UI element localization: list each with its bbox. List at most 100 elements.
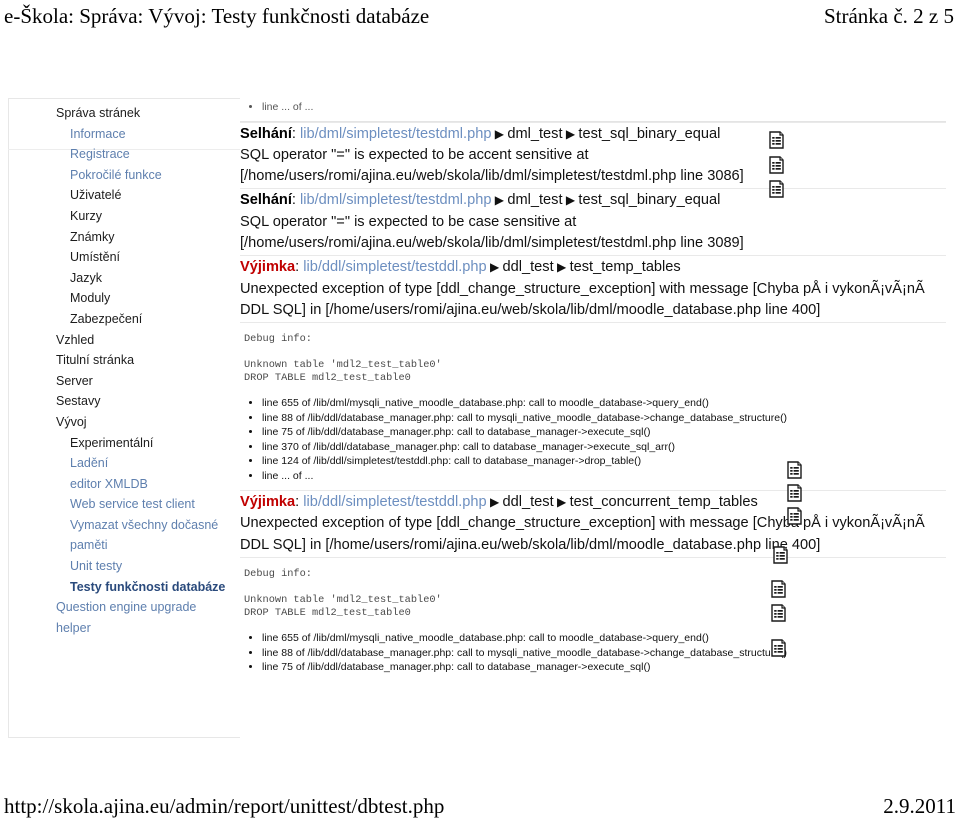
- test-method-name: test_sql_binary_equal: [578, 192, 721, 209]
- result-heading: Selhání: lib/dml/simpletest/testdml.php …: [240, 124, 946, 145]
- sidebar-item-server: Server: [56, 373, 93, 388]
- document-placeholder-icon: [787, 507, 803, 525]
- sidebar-item-testy-funkčnosti-databáze[interactable]: Testy funkčnosti databáze: [28, 577, 228, 598]
- chevron-right-icon: ▶: [562, 193, 579, 208]
- test-failure-row: Selhání: lib/dml/simpletest/testdml.php …: [240, 189, 946, 257]
- exception-label: Výjimka: [240, 494, 296, 511]
- stack-trace-list-1: line 655 of /lib/dml/mysqli_native_moodl…: [240, 396, 946, 483]
- print-header: e-Škola: Správa: Vývoj: Testy funkčnosti…: [0, 0, 960, 36]
- sidebar-item-unit-testy[interactable]: Unit testy: [28, 556, 228, 577]
- sidebar-item-web-service-test-client[interactable]: Web service test client: [28, 494, 228, 515]
- document-placeholder-icon: [771, 604, 787, 622]
- label-separator: :: [291, 192, 301, 209]
- test-method-name: test_sql_binary_equal: [578, 125, 721, 142]
- sidebar-item-ladění[interactable]: Ladění: [28, 453, 228, 474]
- chevron-right-icon: ▶: [486, 495, 503, 510]
- result-message-line: Unexpected exception of type [ddl_change…: [240, 280, 925, 297]
- debug-info-text-2: Debug info: Unknown table 'mdl2_test_tab…: [244, 568, 442, 620]
- main-content: line ... of ... Selhání: lib/dml/simplet…: [240, 98, 946, 738]
- document-placeholder-icon: [787, 461, 803, 479]
- test-file-link[interactable]: lib/dml/simpletest/testdml.php: [300, 126, 491, 142]
- admin-sidebar-navigation: Správa stránek Informace Registrace Pokroči…: [28, 103, 228, 638]
- top-trace-box: line ... of ...: [240, 98, 946, 122]
- result-heading: Selhání: lib/dml/simpletest/testdml.php …: [240, 190, 946, 211]
- sidebar-item-umístění: Umístění: [70, 250, 121, 265]
- test-method-name: test_temp_tables: [569, 259, 681, 276]
- debug-block-2: Debug info: Unknown table 'mdl2_test_tab…: [240, 558, 946, 624]
- sidebar-item-registrace[interactable]: Registrace: [28, 144, 228, 165]
- sidebar-item-správa-stránek: Správa stránek: [56, 106, 141, 120]
- sidebar-item-uživatelé: Uživatelé: [70, 188, 122, 203]
- chevron-right-icon: ▶: [491, 126, 508, 141]
- failure-label: Selhání: [240, 125, 292, 142]
- document-title: e-Škola: Správa: Vývoj: Testy funkčnosti…: [4, 4, 430, 28]
- result-heading: Výjimka: lib/ddl/simpletest/testddl.php …: [240, 257, 946, 278]
- stack-trace-line: line 124 of /lib/ddl/simpletest/testddl.…: [262, 454, 946, 469]
- test-class-name: dml_test: [507, 192, 563, 209]
- document-placeholder-icon: [771, 580, 787, 598]
- label-separator: :: [291, 125, 301, 142]
- chevron-right-icon: ▶: [553, 495, 570, 510]
- sidebar-item-pokročilé-funkce[interactable]: Pokročilé funkce: [28, 165, 228, 186]
- failure-label: Selhání: [240, 192, 292, 209]
- test-file-link[interactable]: lib/dml/simpletest/testdml.php: [300, 192, 491, 208]
- test-file-link[interactable]: lib/ddl/simpletest/testddl.php: [303, 494, 486, 510]
- stack-trace-line: line 88 of /lib/ddl/database_manager.php…: [262, 411, 946, 426]
- stack-trace-line: line ... of ...: [262, 100, 946, 115]
- sidebar-item-informace[interactable]: Informace: [28, 124, 228, 145]
- stack-trace-line: line 655 of /lib/dml/mysqli_native_moodl…: [262, 631, 946, 646]
- document-placeholder-icon: [769, 180, 785, 198]
- result-message-line: DDL SQL] in [/home/users/romi/ajina.eu/w…: [240, 536, 821, 553]
- page-body: Správa stránek Informace Registrace Pokroči…: [0, 78, 960, 768]
- stack-trace-list-2: line 655 of /lib/dml/mysqli_native_moodl…: [240, 631, 946, 675]
- sidebar-item-vývoj: Vývoj: [56, 414, 87, 429]
- sidebar-item-moduly: Moduly: [70, 291, 111, 306]
- stack-trace-line: line 75 of /lib/ddl/database_manager.php…: [262, 425, 946, 440]
- test-class-name: ddl_test: [502, 494, 554, 511]
- exception-label: Výjimka: [240, 259, 296, 276]
- result-message-line: SQL operator "=" is expected to be accen…: [240, 146, 589, 163]
- top-trace-list: line ... of ...: [240, 100, 946, 115]
- stack-trace-line: line ... of ...: [262, 469, 946, 484]
- stack-trace-line: line 370 of /lib/ddl/database_manager.ph…: [262, 440, 946, 455]
- result-message-line: DDL SQL] in [/home/users/romi/ajina.eu/w…: [240, 301, 821, 318]
- chevron-right-icon: ▶: [562, 126, 579, 141]
- result-heading: Výjimka: lib/ddl/simpletest/testddl.php …: [240, 492, 946, 513]
- result-message-line: SQL operator "=" is expected to be case …: [240, 213, 577, 230]
- stack-trace-line: line 655 of /lib/dml/mysqli_native_moodl…: [262, 396, 946, 411]
- test-class-name: dml_test: [507, 125, 563, 142]
- footer-date: 2.9.2011: [883, 793, 956, 818]
- sidebar-item-experimentální: Experimentální: [70, 435, 154, 450]
- stack-trace-line: line 75 of /lib/ddl/database_manager.php…: [262, 660, 946, 675]
- footer-url: http://skola.ajina.eu/admin/report/unitt…: [4, 793, 445, 818]
- test-file-link[interactable]: lib/ddl/simpletest/testddl.php: [303, 259, 486, 275]
- test-class-name: ddl_test: [502, 259, 554, 276]
- result-message-line: Unexpected exception of type [ddl_change…: [240, 515, 925, 532]
- document-placeholder-icon: [773, 546, 789, 564]
- test-results-group-2: Výjimka: lib/ddl/simpletest/testddl.php …: [240, 490, 946, 559]
- sidebar-item-question-engine-upgrade-helper[interactable]: Question engine upgrade helper: [28, 597, 228, 638]
- result-message-line: [/home/users/romi/ajina.eu/web/skola/lib…: [240, 168, 744, 185]
- chevron-right-icon: ▶: [553, 260, 570, 275]
- sidebar-item-známky: Známky: [70, 229, 115, 244]
- document-placeholder-icon: [787, 484, 803, 502]
- sidebar-item-vymazat-všechny-dočasné-paměti[interactable]: Vymazat všechny dočasné paměti: [28, 515, 228, 556]
- sidebar-item-titulní-stránka: Titulní stránka: [56, 353, 135, 368]
- test-failure-row: Selhání: lib/dml/simpletest/testdml.php …: [240, 121, 946, 190]
- debug-info-text-1: Debug info: Unknown table 'mdl2_test_tab…: [244, 333, 442, 385]
- page-indicator: Stránka č. 2 z 5: [823, 4, 954, 28]
- sidebar-item-editor-xmldb[interactable]: editor XMLDB: [28, 474, 228, 495]
- test-method-name: test_concurrent_temp_tables: [569, 494, 758, 511]
- test-results-group-1: Selhání: lib/dml/simpletest/testdml.php …: [240, 121, 946, 324]
- sidebar-item-kurzy: Kurzy: [70, 208, 102, 223]
- test-exception-row: Výjimka: lib/ddl/simpletest/testddl.php …: [240, 256, 946, 324]
- debug-block-1: Debug info: Unknown table 'mdl2_test_tab…: [240, 323, 946, 389]
- stack-trace-line: line 88 of /lib/ddl/database_manager.php…: [262, 646, 946, 661]
- chevron-right-icon: ▶: [491, 193, 508, 208]
- sidebar-item-jazyk: Jazyk: [70, 270, 102, 285]
- document-placeholder-icon: [769, 131, 785, 149]
- result-message-line: [/home/users/romi/ajina.eu/web/skola/lib…: [240, 234, 744, 251]
- print-footer: http://skola.ajina.eu/admin/report/unitt…: [0, 791, 960, 821]
- test-exception-row: Výjimka: lib/ddl/simpletest/testddl.php …: [240, 490, 946, 559]
- document-placeholder-icon: [771, 639, 787, 657]
